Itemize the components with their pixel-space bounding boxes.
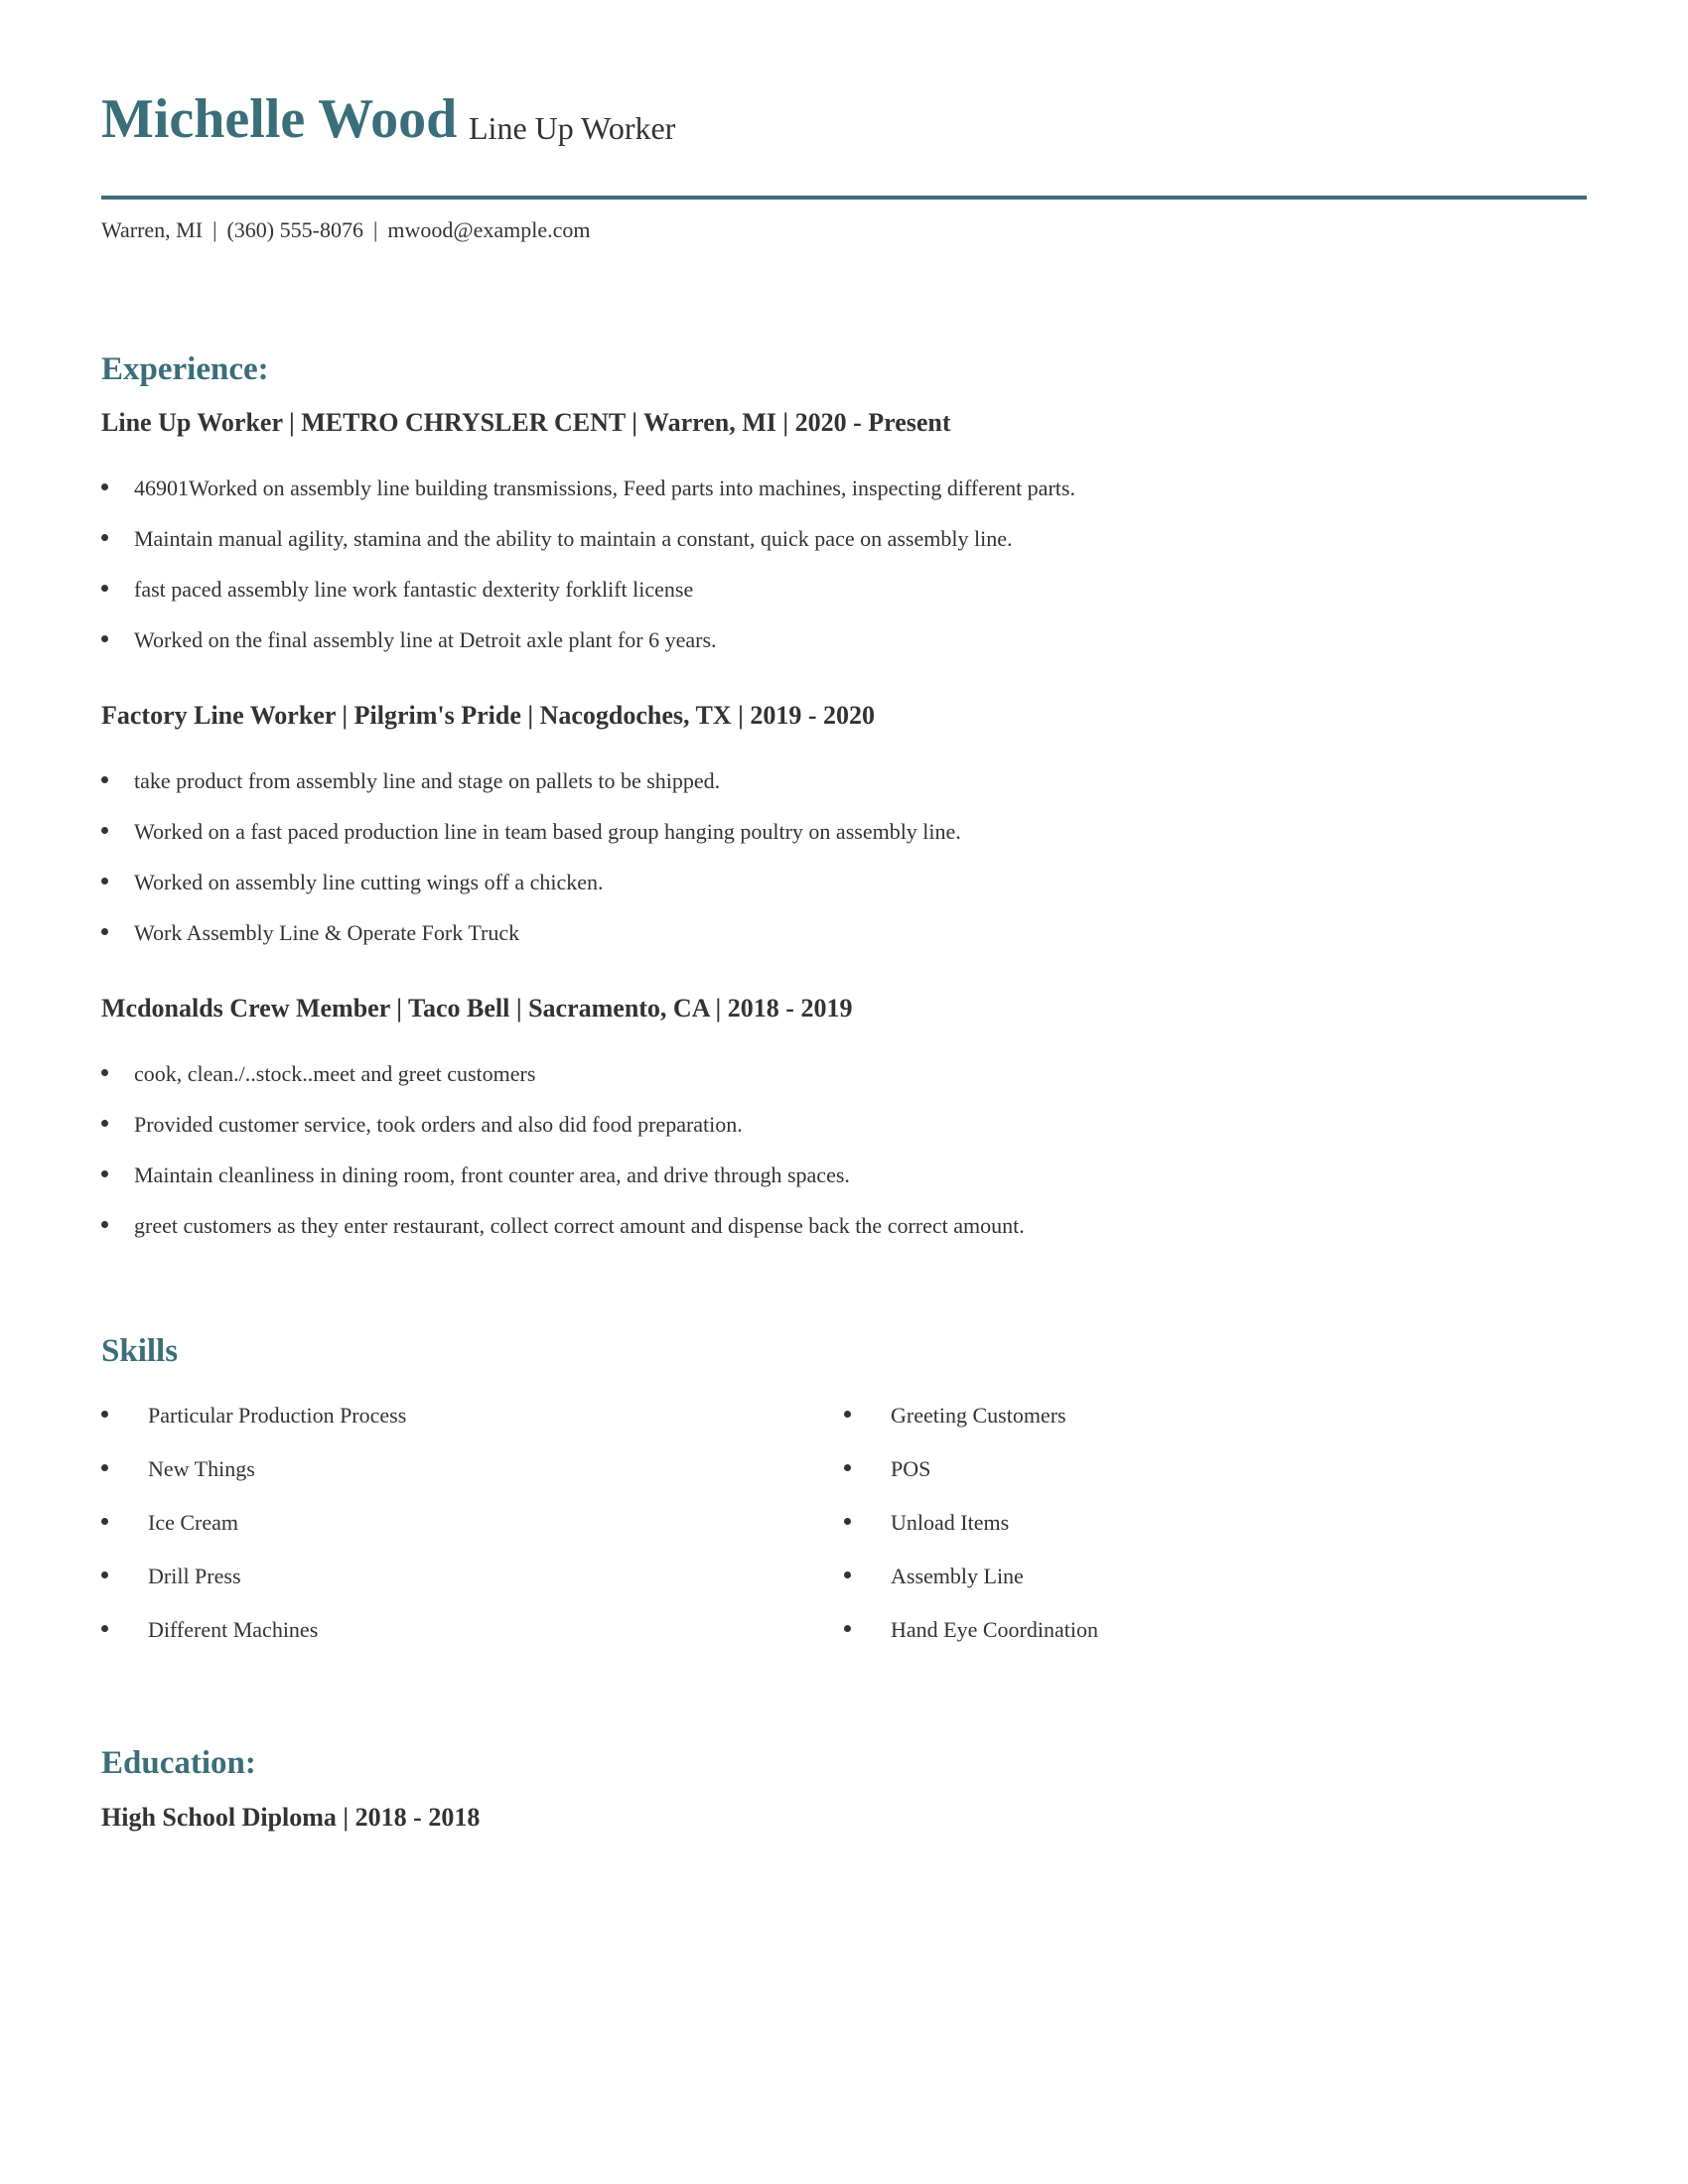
skills-left-column: Particular Production Process New Things… — [101, 1405, 406, 1673]
list-item: take product from assembly line and stag… — [101, 770, 961, 821]
bullet-text: Maintain manual agility, stamina and the… — [134, 526, 1013, 551]
skill-item: Greeting Customers — [844, 1405, 1098, 1458]
skill-item: Drill Press — [101, 1566, 406, 1619]
bullet-text: Provided customer service, took orders a… — [134, 1112, 743, 1137]
candidate-title: Line Up Worker — [469, 110, 676, 146]
bullet-icon — [844, 1518, 851, 1525]
bullet-icon — [844, 1411, 851, 1418]
candidate-name: Michelle Wood — [101, 88, 458, 150]
skill-item: Unload Items — [844, 1512, 1098, 1566]
list-item: 46901Worked on assembly line building tr… — [101, 478, 1075, 528]
skill-text: Hand Eye Coordination — [891, 1617, 1098, 1642]
contact-separator: | — [212, 217, 217, 242]
education-heading: Education: — [101, 1745, 256, 1781]
bullet-icon — [101, 534, 108, 541]
bullet-icon — [101, 483, 108, 490]
list-item: cook, clean./..stock..meet and greet cus… — [101, 1063, 1025, 1114]
bullet-text: Work Assembly Line & Operate Fork Truck — [134, 920, 520, 945]
experience-heading: Experience: — [101, 351, 269, 387]
bullet-text: 46901Worked on assembly line building tr… — [134, 476, 1075, 500]
header-divider — [101, 196, 1587, 200]
list-item: Worked on the final assembly line at Det… — [101, 629, 1075, 680]
bullet-icon — [101, 635, 108, 642]
bullet-icon — [101, 1411, 108, 1418]
skill-text: Different Machines — [148, 1617, 319, 1642]
contact-location: Warren, MI — [101, 217, 204, 242]
bullet-icon — [101, 1518, 108, 1525]
bullet-icon — [101, 1625, 108, 1632]
bullet-icon — [101, 776, 108, 783]
bullet-icon — [101, 1120, 108, 1127]
skill-text: Assembly Line — [891, 1564, 1024, 1588]
bullet-icon — [844, 1571, 851, 1578]
bullet-text: cook, clean./..stock..meet and greet cus… — [134, 1061, 536, 1086]
list-item: greet customers as they enter restaurant… — [101, 1215, 1025, 1266]
list-item: Provided customer service, took orders a… — [101, 1114, 1025, 1164]
skill-text: Greeting Customers — [891, 1403, 1066, 1428]
bullet-icon — [101, 1221, 108, 1228]
list-item: Worked on assembly line cutting wings of… — [101, 872, 961, 922]
list-item: Work Assembly Line & Operate Fork Truck — [101, 922, 961, 973]
job-header: Mcdonalds Crew Member | Taco Bell | Sacr… — [101, 994, 853, 1023]
bullet-text: Worked on the final assembly line at Det… — [134, 627, 717, 652]
bullet-icon — [101, 1571, 108, 1578]
bullet-icon — [101, 928, 108, 935]
bullet-icon — [101, 1069, 108, 1076]
list-item: fast paced assembly line work fantastic … — [101, 579, 1075, 629]
job-header: Factory Line Worker | Pilgrim's Pride | … — [101, 701, 876, 730]
bullet-text: Worked on assembly line cutting wings of… — [134, 870, 604, 894]
bullet-icon — [101, 1170, 108, 1177]
bullet-text: fast paced assembly line work fantastic … — [134, 577, 694, 602]
bullet-icon — [844, 1464, 851, 1471]
contact-line: Warren, MI | (360) 555-8076 | mwood@example.… — [101, 219, 591, 241]
skill-text: Drill Press — [148, 1564, 241, 1588]
skill-item: Assembly Line — [844, 1566, 1098, 1619]
bullet-text: take product from assembly line and stag… — [134, 768, 721, 793]
skill-text: Ice Cream — [148, 1510, 238, 1535]
job-bullets: take product from assembly line and stag… — [101, 770, 961, 973]
job-bullets: 46901Worked on assembly line building tr… — [101, 478, 1075, 680]
bullet-icon — [101, 827, 108, 834]
job-header: Line Up Worker | METRO CHRYSLER CENT | W… — [101, 408, 951, 437]
list-item: Maintain manual agility, stamina and the… — [101, 528, 1075, 579]
skill-text: Particular Production Process — [148, 1403, 407, 1428]
bullet-text: Worked on a fast paced production line i… — [134, 819, 961, 844]
skills-heading: Skills — [101, 1333, 179, 1369]
skill-text: POS — [891, 1456, 931, 1481]
list-item: Maintain cleanliness in dining room, fro… — [101, 1164, 1025, 1215]
skill-item: POS — [844, 1458, 1098, 1512]
education-entry: High School Diploma | 2018 - 2018 — [101, 1803, 481, 1832]
skills-right-column: Greeting Customers POS Unload Items Asse… — [844, 1405, 1098, 1673]
skill-item: Particular Production Process — [101, 1405, 406, 1458]
contact-phone[interactable]: (360) 555-8076 — [226, 217, 362, 242]
bullet-icon — [101, 878, 108, 885]
skill-item: Ice Cream — [101, 1512, 406, 1566]
skill-item: Hand Eye Coordination — [844, 1619, 1098, 1673]
skill-item: New Things — [101, 1458, 406, 1512]
skill-item: Different Machines — [101, 1619, 406, 1673]
contact-separator: | — [372, 217, 378, 242]
skill-text: Unload Items — [891, 1510, 1010, 1535]
job-bullets: cook, clean./..stock..meet and greet cus… — [101, 1063, 1025, 1266]
bullet-text: greet customers as they enter restaurant… — [134, 1213, 1025, 1238]
bullet-icon — [101, 585, 108, 592]
contact-email[interactable]: mwood@example.com — [387, 217, 590, 242]
bullet-icon — [101, 1464, 108, 1471]
skill-text: New Things — [148, 1456, 255, 1481]
list-item: Worked on a fast paced production line i… — [101, 821, 961, 872]
bullet-text: Maintain cleanliness in dining room, fro… — [134, 1162, 850, 1187]
bullet-icon — [844, 1625, 851, 1632]
